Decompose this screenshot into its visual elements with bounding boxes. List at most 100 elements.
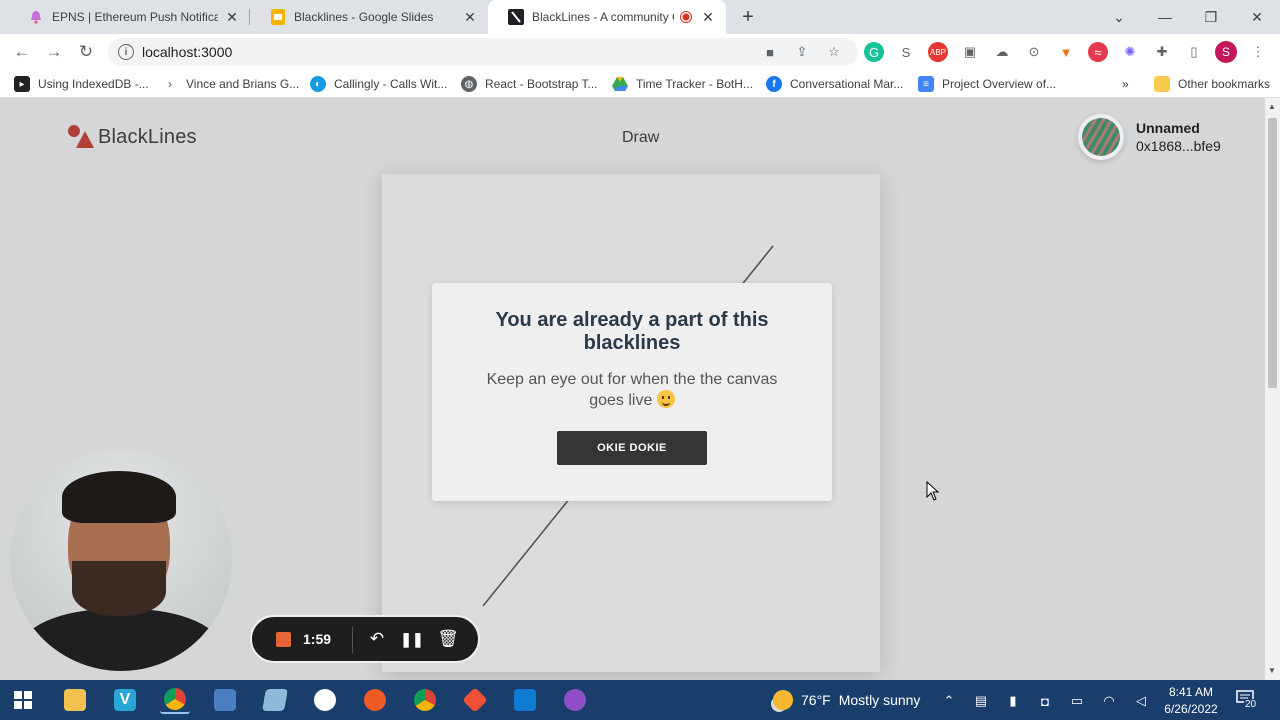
nav-draw-link[interactable]: Draw <box>622 129 659 147</box>
bookmark-item[interactable]: › Vince and Brians G... <box>162 75 299 93</box>
tab-search-icon[interactable]: ⌄ <box>1096 0 1142 34</box>
microphone-icon[interactable]: ▮ <box>1004 692 1022 710</box>
chevron-up-icon[interactable]: ⌃ <box>940 692 958 710</box>
modal-body: Keep an eye out for when the the canvas … <box>472 369 792 411</box>
avatar <box>1078 114 1124 160</box>
notification-center[interactable]: 20 <box>1236 690 1258 710</box>
blacklines-icon <box>508 9 524 25</box>
wifi-icon[interactable]: ◠ <box>1100 692 1118 710</box>
camera-icon[interactable]: ■ <box>760 42 780 62</box>
grammarly-icon[interactable]: G <box>864 42 884 62</box>
git-icon[interactable] <box>460 686 490 714</box>
close-icon[interactable]: ✕ <box>224 9 240 25</box>
bookmark-label: Conversational Mar... <box>790 77 904 91</box>
page-scrollbar[interactable]: ▲ ▼ <box>1265 98 1280 680</box>
meet-icon[interactable]: ▤ <box>972 692 990 710</box>
github-desktop-icon[interactable] <box>560 686 590 714</box>
slides-icon <box>270 9 286 25</box>
metamask-icon[interactable]: ▼ <box>1056 42 1076 62</box>
blacklines-logo[interactable]: BlackLines <box>68 125 197 149</box>
bookmark-item[interactable]: ▸ Using IndexedDB -... <box>14 75 149 93</box>
back-button[interactable]: ← <box>8 38 36 66</box>
minimize-button[interactable]: — <box>1142 0 1188 34</box>
address-bar[interactable]: i localhost:3000 ■ ⇪ ☆ <box>108 38 858 66</box>
flower-extension-icon[interactable]: ✺ <box>1120 42 1140 62</box>
share-icon[interactable]: ⇪ <box>792 42 812 62</box>
volume-icon[interactable]: ◁ <box>1132 692 1150 710</box>
vivaldi-icon[interactable]: V <box>110 686 140 714</box>
stop-recording-button[interactable] <box>276 632 291 647</box>
tab-slides[interactable]: Blacklines - Google Slides ✕ <box>250 0 488 34</box>
bookmark-label: Other bookmarks <box>1178 77 1271 91</box>
vscode-icon[interactable] <box>510 686 540 714</box>
user-profile[interactable]: Unnamed 0x1868...bfe9 <box>1078 114 1221 160</box>
drive-icon <box>612 76 628 92</box>
user-name: Unnamed <box>1136 120 1200 136</box>
more-bookmarks-button[interactable]: » <box>1122 75 1129 93</box>
webcam-overlay <box>10 449 232 671</box>
arrow-bookmark-icon: › <box>162 76 178 92</box>
folder-icon <box>1154 76 1170 92</box>
reload-button[interactable]: ↻ <box>72 38 100 66</box>
profile-avatar[interactable]: S <box>1215 41 1237 63</box>
puzzle-icon[interactable]: ✚ <box>1152 42 1172 62</box>
callingly-icon: ◐ <box>310 76 326 92</box>
star-icon[interactable]: ☆ <box>824 42 844 62</box>
mongodb-icon[interactable] <box>310 686 340 714</box>
okie-dokie-button[interactable]: OKIE DOKIE <box>557 431 707 465</box>
recording-controls: 1:59 ↶ ❚❚ 🗑 <box>250 615 480 663</box>
bookmark-item[interactable]: ◐ Callingly - Calls Wit... <box>310 75 447 93</box>
restore-button[interactable]: ❐ <box>1188 0 1234 34</box>
close-window-button[interactable]: ✕ <box>1234 0 1280 34</box>
bookmark-item[interactable]: ◍ React - Bootstrap T... <box>461 75 598 93</box>
undo-icon[interactable]: ↶ <box>366 628 388 650</box>
weather-icon <box>773 690 793 710</box>
info-icon[interactable]: i <box>118 44 134 60</box>
close-icon[interactable]: ✕ <box>462 9 478 25</box>
calculator-icon[interactable] <box>210 686 240 714</box>
weather-widget[interactable]: 76°F Mostly sunny <box>773 690 920 710</box>
new-tab-button[interactable]: + <box>736 5 760 29</box>
chrome-icon[interactable] <box>160 686 190 714</box>
camera-tray-icon[interactable]: ◘ <box>1036 692 1054 710</box>
other-bookmarks-folder[interactable]: Other bookmarks <box>1154 75 1270 93</box>
bookmark-label: Time Tracker - BotH... <box>636 77 753 91</box>
tab-strip: EPNS | Ethereum Push Notificatio ✕ Black… <box>0 0 1280 34</box>
menu-icon[interactable]: ⋮ <box>1248 42 1268 62</box>
start-button[interactable] <box>8 686 38 714</box>
code-extension-icon[interactable]: ⊙ <box>1024 42 1044 62</box>
s-extension-icon[interactable]: S <box>896 42 916 62</box>
modal-title: You are already a part of this blackline… <box>495 309 769 354</box>
bookmark-item[interactable]: Time Tracker - BotH... <box>612 75 753 93</box>
extension-tile-icon[interactable]: ▣ <box>960 42 980 62</box>
logo-text: BlackLines <box>98 126 197 148</box>
docs-icon: ≡ <box>918 76 934 92</box>
grinning-emoji-icon <box>656 390 675 408</box>
chrome-dev-icon[interactable] <box>410 686 440 714</box>
file-explorer-icon[interactable] <box>60 686 90 714</box>
notes-icon[interactable] <box>260 686 290 714</box>
tab-epns[interactable]: EPNS | Ethereum Push Notificatio ✕ <box>8 0 250 34</box>
close-icon[interactable]: ✕ <box>700 9 716 25</box>
bookmark-item[interactable]: ≡ Project Overview of... <box>918 75 1056 93</box>
system-clock[interactable]: 8:41 AM 6/26/2022 <box>1160 684 1222 718</box>
pause-icon[interactable]: ❚❚ <box>400 628 423 650</box>
bookmark-item[interactable]: f Conversational Mar... <box>766 75 903 93</box>
recording-time: 1:59 <box>303 631 332 647</box>
bookmarks-bar: ▸ Using IndexedDB -... › Vince and Brian… <box>0 70 1280 98</box>
modal-body-text: Keep an eye out for when the the canvas … <box>486 371 778 409</box>
weather-temp: 76°F <box>801 692 831 708</box>
postman-icon[interactable] <box>360 686 390 714</box>
tab-blacklines[interactable]: BlackLines - A community G ✕ <box>488 0 726 34</box>
side-panel-icon[interactable]: ▯ <box>1184 42 1204 62</box>
trash-icon[interactable]: 🗑 <box>437 628 459 650</box>
url-text[interactable]: localhost:3000 <box>142 44 232 60</box>
bell-icon <box>28 9 44 25</box>
facebook-icon: f <box>766 76 782 92</box>
globe-icon: ◍ <box>461 76 477 92</box>
adblock-icon[interactable]: ABP <box>928 42 948 62</box>
cloud-extension-icon[interactable]: ☁ <box>992 42 1012 62</box>
red-extension-icon[interactable]: ≈ <box>1088 42 1108 62</box>
forward-button[interactable]: → <box>40 38 68 66</box>
battery-icon[interactable]: ▭ <box>1068 692 1086 710</box>
